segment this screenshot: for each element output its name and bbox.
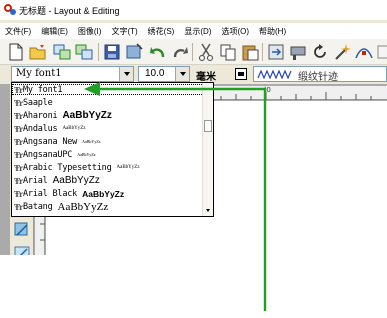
font-type-icon: Ŧr <box>14 136 23 147</box>
app-logo-icon <box>4 4 16 16</box>
redo-icon[interactable] <box>170 42 190 62</box>
dropdown-scrollbar[interactable] <box>202 83 213 216</box>
menu-bar: 文件(F) 编辑(E) 图像(I) 文字(T) 绣花(S) 显示(D) 选项(O… <box>0 23 387 39</box>
toolbar-separator <box>262 43 263 61</box>
shape-tool-icon[interactable] <box>13 220 31 238</box>
list-item[interactable]: Ŧr My font1 <box>12 84 204 95</box>
menu-options[interactable]: 选项(O) <box>221 26 249 37</box>
list-item[interactable]: Ŧr Arial AaBbYyZz <box>12 175 100 186</box>
size-dropdown-button[interactable] <box>175 67 189 81</box>
font-type-icon: Ŧr <box>14 84 23 95</box>
list-item[interactable]: Ŧr Angsana New AaBbYyZz <box>12 136 101 147</box>
sewing-machine-icon[interactable] <box>288 42 308 62</box>
line-tool-icon[interactable] <box>13 245 31 255</box>
toolbar-separator <box>192 43 193 61</box>
wand-icon[interactable] <box>332 42 352 62</box>
abc-text-icon[interactable] <box>376 42 387 62</box>
size-select[interactable]: 10.0 <box>138 66 190 82</box>
horizontal-ruler: |0 <box>206 86 387 100</box>
ruler-ticks <box>220 92 372 100</box>
zigzag-stitch-icon <box>257 70 292 79</box>
stitch-type-select[interactable]: 缎纹针迹 <box>253 66 387 83</box>
list-item[interactable]: Ŧr Aharoni AaBbYyZz <box>12 110 112 121</box>
list-item[interactable]: Ŧr Andalus AaBbYyZz <box>12 123 86 134</box>
main-toolbar <box>0 39 387 65</box>
list-item[interactable]: Ŧr Saaple <box>12 97 58 108</box>
list-item[interactable]: Ŧr Batang AaBbYyZz <box>12 201 108 213</box>
new-file-icon[interactable] <box>6 42 26 62</box>
menu-edit[interactable]: 编辑(E) <box>41 26 68 37</box>
font-type-icon: Ŧr <box>14 188 23 199</box>
font-type-icon: Ŧr <box>14 201 23 212</box>
list-item[interactable]: Ŧr Arial Black AaBbYyZz <box>12 188 124 199</box>
fill-color-icon[interactable] <box>235 68 247 80</box>
font-type-icon: Ŧr <box>14 149 23 160</box>
export-icon[interactable] <box>74 42 94 62</box>
font-select-value: My font1 <box>16 68 62 79</box>
font-dropdown-button[interactable] <box>119 67 133 81</box>
font-type-icon: Ŧr <box>14 110 23 121</box>
undo-icon[interactable] <box>148 42 168 62</box>
scrollbar-thumb[interactable] <box>204 120 212 132</box>
unit-label: 毫米 <box>196 72 216 83</box>
menu-display[interactable]: 显示(D) <box>184 26 211 37</box>
font-type-icon: Ŧr <box>14 175 23 186</box>
copy-icon[interactable] <box>218 42 238 62</box>
save-icon[interactable] <box>102 42 122 62</box>
text-on-path-icon[interactable] <box>354 42 374 62</box>
paste-icon[interactable] <box>240 42 260 62</box>
window-title: 无标题 - Layout & Editing <box>19 5 120 16</box>
scroll-down-arrow-icon[interactable] <box>206 209 210 212</box>
app-window: 无标题 - Layout & Editing 文件(F) 编辑(E) 图像(I)… <box>0 0 387 255</box>
menu-file[interactable]: 文件(F) <box>5 26 31 37</box>
font-type-icon: Ŧr <box>14 162 23 173</box>
font-select[interactable]: My font1 <box>11 66 134 82</box>
stitch-type-label: 缎纹针迹 <box>298 72 338 83</box>
menu-text[interactable]: 文字(T) <box>111 26 137 37</box>
open-folder-icon[interactable] <box>28 42 48 62</box>
menu-sew[interactable]: 绣花(S) <box>148 26 175 37</box>
rotate-icon[interactable] <box>310 42 330 62</box>
title-bar: 无标题 - Layout & Editing <box>0 0 387 20</box>
font-type-icon: Ŧr <box>14 123 23 134</box>
send-to-card-icon[interactable] <box>124 42 144 62</box>
menu-help[interactable]: 帮助(H) <box>259 26 286 37</box>
font-dropdown-list[interactable]: Ŧr My font1 Ŧr Saaple Ŧr Aharoni AaBbYyZ… <box>11 82 214 217</box>
vertical-ruler <box>35 216 45 255</box>
chevron-down-icon <box>179 72 186 76</box>
cut-icon[interactable] <box>196 42 216 62</box>
chevron-down-icon <box>123 72 130 76</box>
import-icon[interactable] <box>52 42 72 62</box>
transfer-icon[interactable] <box>266 42 286 62</box>
menu-image[interactable]: 图像(I) <box>78 26 102 37</box>
list-item[interactable]: Ŧr Arabic Typesetting AaBbYyZz <box>12 162 140 173</box>
list-item[interactable]: Ŧr AngsanaUPC AaBbYyZz <box>12 149 96 160</box>
toolbar-separator <box>98 43 99 61</box>
font-type-icon: Ŧr <box>14 97 23 108</box>
size-select-value: 10.0 <box>145 68 165 79</box>
